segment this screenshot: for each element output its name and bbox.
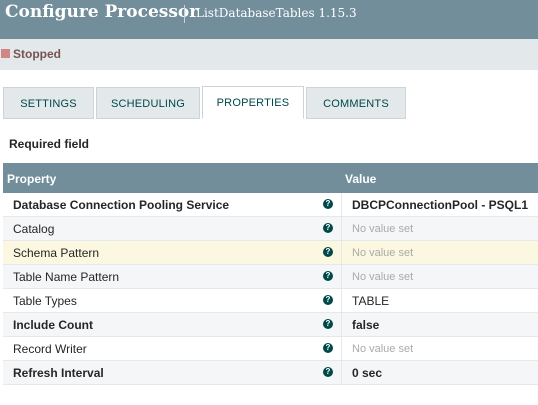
tab-bar: SETTINGS SCHEDULING PROPERTIES COMMENTS [0,86,538,119]
table-row[interactable]: Schema Pattern ? No value set [3,241,538,265]
required-field-note: Required field [9,137,90,151]
help-icon[interactable]: ? [323,223,333,233]
table-row[interactable]: Database Connection Pooling Service ? DB… [3,193,538,217]
processor-type: ListDatabaseTables 1.15.3 [196,6,357,20]
column-divider [341,217,342,241]
dialog-header: Configure Processor ListDatabaseTables 1… [0,0,538,39]
property-value[interactable]: TABLE [352,294,389,308]
property-name: Catalog [13,222,55,236]
status-label: Stopped [13,47,61,61]
tab-scheduling[interactable]: SCHEDULING [96,87,200,119]
property-name: Include Count [13,318,93,332]
tab-comments[interactable]: COMMENTS [306,87,406,119]
column-divider [341,289,342,313]
property-name: Schema Pattern [13,246,100,260]
table-header: Property Value [3,163,538,193]
column-divider [341,313,342,337]
table-row[interactable]: Table Types ? TABLE [3,289,538,313]
column-divider [341,241,342,265]
column-header-value[interactable]: Value [345,172,376,186]
property-name: Table Types [13,294,77,308]
column-divider [341,361,342,385]
property-name: Table Name Pattern [13,270,120,284]
help-icon[interactable]: ? [323,271,333,281]
help-icon[interactable]: ? [323,247,333,257]
property-value[interactable]: 0 sec [352,366,382,380]
table-row[interactable]: Refresh Interval ? 0 sec [3,361,538,385]
table-row[interactable]: Record Writer ? No value set [3,337,538,361]
help-icon[interactable]: ? [323,319,333,329]
property-value[interactable]: No value set [352,223,413,235]
property-name: Refresh Interval [13,366,104,380]
tab-properties[interactable]: PROPERTIES [202,86,304,119]
column-header-property[interactable]: Property [7,172,56,186]
property-value[interactable]: No value set [352,247,413,259]
header-divider [184,5,185,23]
help-icon[interactable]: ? [323,199,333,209]
table-row[interactable]: Table Name Pattern ? No value set [3,265,538,289]
column-divider [341,193,342,217]
stopped-icon [1,49,10,58]
status-bar: Stopped [0,39,538,70]
column-divider [341,265,342,289]
property-name: Database Connection Pooling Service [13,198,230,212]
help-icon[interactable]: ? [323,367,333,377]
dialog-title: Configure Processor [5,2,199,22]
tab-settings[interactable]: SETTINGS [3,87,94,119]
help-icon[interactable]: ? [323,295,333,305]
property-name: Record Writer [13,342,87,356]
property-value[interactable]: false [352,318,379,332]
table-row[interactable]: Include Count ? false [3,313,538,337]
property-value[interactable]: DBCPConnectionPool - PSQL1 [352,198,528,212]
column-divider [341,337,342,361]
property-value[interactable]: No value set [352,271,413,283]
table-row[interactable]: Catalog ? No value set [3,217,538,241]
help-icon[interactable]: ? [323,343,333,353]
properties-table: Property Value Database Connection Pooli… [3,163,538,385]
property-value[interactable]: No value set [352,343,413,355]
